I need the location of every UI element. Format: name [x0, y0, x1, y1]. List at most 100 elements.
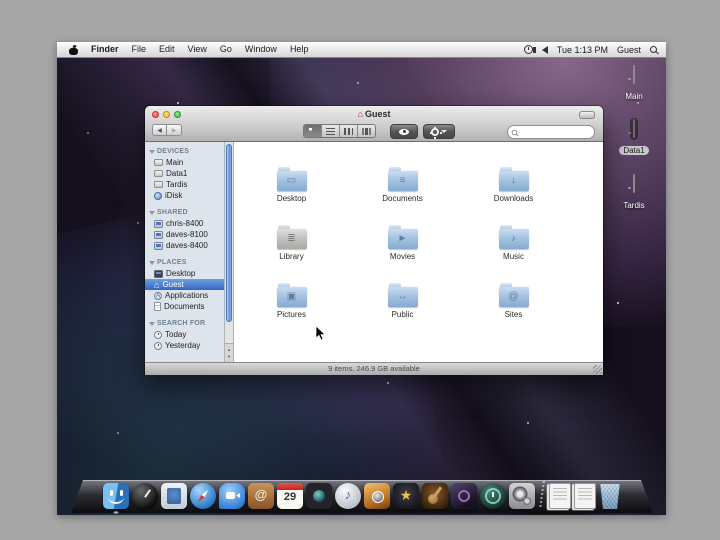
- menu-go[interactable]: Go: [220, 42, 232, 57]
- sidebar-item-desktop[interactable]: Desktop: [145, 268, 224, 279]
- menu-window[interactable]: Window: [245, 42, 277, 57]
- resize-grip[interactable]: [593, 365, 602, 374]
- sidebar-item-documents[interactable]: Documents: [145, 301, 224, 312]
- forward-button[interactable]: ▶: [167, 124, 182, 136]
- scrollbar-arrows[interactable]: ▲▼: [225, 343, 233, 362]
- icon-view-button[interactable]: [304, 125, 321, 137]
- desktop-icon-tardis[interactable]: Tardis: [605, 173, 663, 213]
- folder-downloads-icon: ↓: [499, 170, 529, 191]
- folder-downloads[interactable]: ↓Downloads: [458, 150, 569, 208]
- column-view-button[interactable]: [339, 125, 357, 137]
- coverflow-view-icon: [362, 128, 371, 135]
- folder-library[interactable]: ≣Library: [236, 208, 347, 266]
- window-header[interactable]: ⌂Guest ◀ ▶: [145, 106, 603, 142]
- folder-icon: ▭: [277, 170, 307, 191]
- running-indicator: [113, 511, 119, 514]
- sidebar-item-daves-8400[interactable]: daves-8400: [145, 240, 224, 251]
- photo-booth-dock-icon[interactable]: [306, 483, 332, 509]
- desktop-icon-main[interactable]: Main: [605, 64, 663, 104]
- action-button[interactable]: [423, 124, 455, 139]
- idvd-dock-icon[interactable]: [451, 483, 477, 509]
- section-header[interactable]: DEVICES: [145, 146, 224, 157]
- sidebar: DEVICES Main Data1 Tardis iDisk SHARED c…: [145, 142, 225, 362]
- disclosure-triangle-icon: [149, 322, 155, 326]
- folder-music[interactable]: ♪Music: [458, 208, 569, 266]
- sidebar-item-guest[interactable]: ⌂Guest: [145, 279, 224, 290]
- column-view-icon: [344, 128, 353, 135]
- system-preferences-dock-icon[interactable]: [509, 483, 535, 509]
- sidebar-item-applications[interactable]: AApplications: [145, 290, 224, 301]
- fast-user-switch-label[interactable]: Guest: [617, 45, 641, 55]
- finder-dock-icon[interactable]: [103, 483, 129, 509]
- status-bar: 9 items, 246.9 GB available: [145, 362, 603, 375]
- window-title: ⌂Guest: [145, 109, 603, 119]
- back-button[interactable]: ◀: [152, 124, 167, 136]
- safari-dock-icon[interactable]: [190, 483, 216, 509]
- ichat-dock-icon[interactable]: [219, 483, 245, 509]
- ical-dock-icon[interactable]: 29: [277, 483, 303, 509]
- coverflow-view-button[interactable]: [357, 125, 375, 137]
- folder-desktop[interactable]: ▭Desktop: [236, 150, 347, 208]
- sidebar-scrollbar[interactable]: ▲▼: [225, 142, 234, 362]
- section-header[interactable]: SEARCH FOR: [145, 318, 224, 329]
- disclosure-triangle-icon: [149, 261, 155, 265]
- clock-icon: [154, 342, 162, 350]
- time-machine-dock-icon[interactable]: [480, 483, 506, 509]
- desktop: Finder File Edit View Go Window Help Tue…: [57, 42, 666, 515]
- documents-stack-dock-icon[interactable]: [549, 483, 571, 509]
- sidebar-item-daves-8100[interactable]: daves-8100: [145, 229, 224, 240]
- content-area[interactable]: ▭Desktop ≡Documents ↓Downloads ≣Library …: [234, 142, 603, 362]
- apple-menu-icon[interactable]: [69, 45, 78, 55]
- sidebar-item-tardis[interactable]: Tardis: [145, 179, 224, 190]
- sidebar-item-yesterday[interactable]: Yesterday: [145, 340, 224, 351]
- folder-sites[interactable]: @Sites: [458, 266, 569, 324]
- dock: 29: [71, 473, 653, 513]
- folder-library-icon: ≣: [277, 228, 307, 249]
- history-menu-extra-icon[interactable]: [524, 45, 533, 54]
- menu-view[interactable]: View: [188, 42, 207, 57]
- sidebar-item-main[interactable]: Main: [145, 157, 224, 168]
- status-text: 9 items, 246.9 GB available: [328, 364, 420, 373]
- trash-dock-icon[interactable]: [599, 484, 621, 509]
- iphoto-dock-icon[interactable]: [364, 483, 390, 509]
- desktop-icon-data1[interactable]: Data1: [605, 118, 663, 158]
- folder-public[interactable]: ↔Public: [347, 266, 458, 324]
- section-header[interactable]: PLACES: [145, 257, 224, 268]
- menu-edit[interactable]: Edit: [159, 42, 175, 57]
- section-header[interactable]: SHARED: [145, 207, 224, 218]
- hard-drive-icon: [630, 173, 638, 195]
- menu-finder[interactable]: Finder: [91, 42, 119, 57]
- sidebar-item-chris-8400[interactable]: chris-8400: [145, 218, 224, 229]
- menu-help[interactable]: Help: [290, 42, 309, 57]
- downloads-stack-dock-icon[interactable]: [574, 483, 596, 509]
- volume-icon[interactable]: [542, 46, 548, 54]
- quick-look-button[interactable]: [390, 124, 418, 139]
- imovie-dock-icon[interactable]: [393, 483, 419, 509]
- menu-file[interactable]: File: [132, 42, 147, 57]
- scrollbar-thumb[interactable]: [226, 144, 232, 322]
- folder-pictures[interactable]: ▣Pictures: [236, 266, 347, 324]
- title-bar[interactable]: ⌂Guest: [145, 106, 603, 122]
- address-book-dock-icon[interactable]: [248, 483, 274, 509]
- garageband-dock-icon[interactable]: [422, 483, 448, 509]
- menu-clock[interactable]: Tue 1:13 PM: [557, 45, 608, 55]
- itunes-dock-icon[interactable]: [335, 483, 361, 509]
- toolbar-toggle-button[interactable]: [579, 111, 595, 119]
- sidebar-item-idisk[interactable]: iDisk: [145, 190, 224, 201]
- document-icon: [154, 302, 161, 311]
- list-view-button[interactable]: [321, 125, 339, 137]
- folder-movies[interactable]: ►Movies: [347, 208, 458, 266]
- search-input[interactable]: [518, 127, 588, 137]
- sidebar-item-today[interactable]: Today: [145, 329, 224, 340]
- mouse-cursor: [315, 326, 326, 346]
- search-field[interactable]: [507, 125, 595, 139]
- mail-dock-icon[interactable]: [161, 483, 187, 509]
- spotlight-icon[interactable]: [650, 46, 657, 53]
- folder-documents[interactable]: ≡Documents: [347, 150, 458, 208]
- sidebar-item-data1[interactable]: Data1: [145, 168, 224, 179]
- search-icon: [512, 129, 518, 135]
- desktop-icon: [154, 270, 163, 278]
- home-proxy-icon: ⌂: [358, 109, 363, 119]
- list-view-icon: [326, 128, 335, 135]
- dashboard-dock-icon[interactable]: [132, 483, 158, 509]
